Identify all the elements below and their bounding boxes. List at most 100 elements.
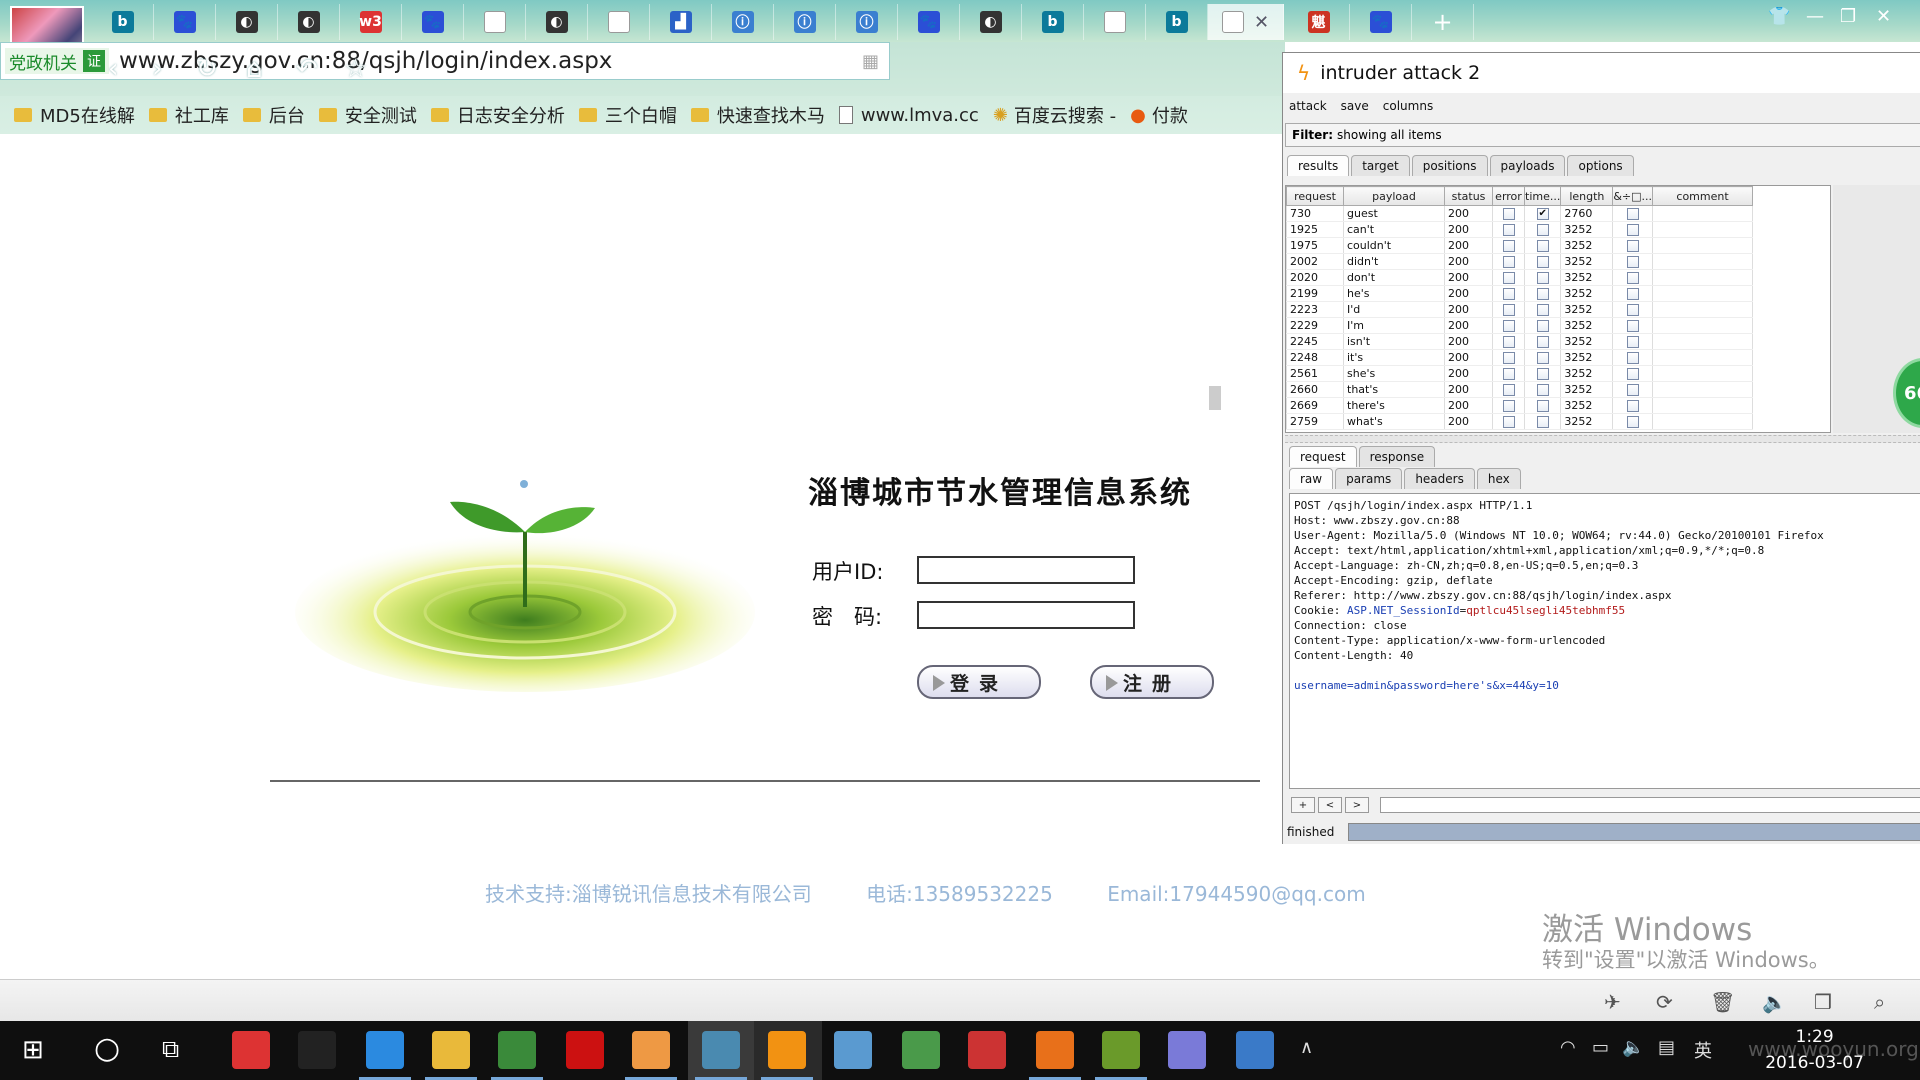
view-tab-params[interactable]: params xyxy=(1335,468,1403,489)
error-checkbox[interactable] xyxy=(1502,368,1515,380)
timeout-checkbox[interactable] xyxy=(1536,272,1549,284)
tab-response[interactable]: response xyxy=(1358,446,1436,467)
column-header[interactable]: error xyxy=(1492,186,1525,206)
browser-tab[interactable] xyxy=(1084,4,1146,40)
bookmark-item[interactable]: MD5在线解 xyxy=(14,102,135,128)
new-tab-button[interactable]: + xyxy=(1412,4,1474,40)
browser-tab[interactable] xyxy=(588,4,650,40)
table-row[interactable]: 1975 couldn't 200 3252 xyxy=(1286,237,1754,254)
browser-tab[interactable]: ◐ xyxy=(960,4,1022,40)
bookmark-item[interactable]: ● 付款 xyxy=(1130,102,1188,128)
table-row[interactable]: 2669 there's 200 3252 xyxy=(1286,397,1754,414)
burp-icon[interactable] xyxy=(768,1031,806,1069)
extra-checkbox[interactable] xyxy=(1626,224,1639,236)
timeout-checkbox[interactable] xyxy=(1536,368,1549,380)
table-row[interactable]: 2245 isn't 200 3252 xyxy=(1286,333,1754,350)
user-id-input[interactable] xyxy=(917,556,1135,584)
error-checkbox[interactable] xyxy=(1502,400,1515,412)
bookmark-item[interactable]: 后台 xyxy=(242,102,305,128)
browser-tab[interactable]: ◐ xyxy=(216,4,278,40)
browser-tab[interactable]: ▟ xyxy=(650,4,712,40)
error-checkbox[interactable] xyxy=(1502,272,1515,284)
table-row[interactable]: 1925 can't 200 3252 xyxy=(1286,221,1754,238)
timeout-checkbox[interactable] xyxy=(1536,240,1549,252)
browser-tab[interactable]: 魌 xyxy=(1288,4,1350,40)
error-checkbox[interactable] xyxy=(1502,304,1515,316)
timeout-checkbox[interactable] xyxy=(1536,400,1549,412)
error-checkbox[interactable] xyxy=(1502,352,1515,364)
error-checkbox[interactable] xyxy=(1502,224,1515,236)
request-editor[interactable]: POST /qsjh/login/index.aspx HTTP/1.1 Hos… xyxy=(1289,493,1920,789)
column-header[interactable]: length xyxy=(1560,186,1614,206)
password-input[interactable] xyxy=(917,601,1135,629)
tab-results[interactable]: results xyxy=(1287,155,1350,176)
home-icon[interactable]: ⌂ xyxy=(246,54,263,84)
extra-checkbox[interactable] xyxy=(1626,368,1639,380)
browser-tab[interactable]: ⓘ xyxy=(774,4,836,40)
back-icon[interactable]: ‹ xyxy=(108,54,118,84)
browser-tab[interactable]: b xyxy=(1146,4,1208,40)
extra-checkbox[interactable] xyxy=(1626,240,1639,252)
browser-tab[interactable]: b xyxy=(1022,4,1084,40)
browser-tab[interactable]: 🐾 xyxy=(898,4,960,40)
minimize-icon[interactable]: — xyxy=(1806,6,1824,27)
timeout-checkbox[interactable] xyxy=(1536,384,1549,396)
view-tab-headers[interactable]: headers xyxy=(1404,468,1475,489)
column-header[interactable]: status xyxy=(1444,186,1493,206)
column-header[interactable]: request xyxy=(1286,186,1344,206)
file-explorer-icon[interactable] xyxy=(432,1031,470,1069)
timeout-checkbox[interactable] xyxy=(1536,320,1549,332)
wifi-icon[interactable]: ◠ xyxy=(1560,1037,1576,1058)
table-row[interactable]: 2199 he's 200 3252 xyxy=(1286,285,1754,302)
extra-checkbox[interactable] xyxy=(1626,320,1639,332)
view-tab-raw[interactable]: raw xyxy=(1289,468,1334,489)
extra-checkbox[interactable] xyxy=(1626,336,1639,348)
table-row[interactable]: 2229 I'm 200 3252 xyxy=(1286,317,1754,334)
tab-payloads[interactable]: payloads xyxy=(1489,155,1566,176)
editor-search-input[interactable] xyxy=(1380,797,1920,813)
timeout-checkbox[interactable] xyxy=(1536,416,1549,428)
forward-icon[interactable]: › xyxy=(152,54,162,84)
burp-menu-columns[interactable]: columns xyxy=(1383,99,1433,113)
column-header[interactable]: comment xyxy=(1652,186,1754,206)
active-browser-tab[interactable]: ✕ xyxy=(1208,4,1284,40)
qq-browser-icon[interactable] xyxy=(366,1031,404,1069)
ime-indicator[interactable]: 英 xyxy=(1694,1037,1712,1063)
table-row[interactable]: 2020 don't 200 3252 xyxy=(1286,269,1754,286)
windows-start-icon[interactable]: ⊞ xyxy=(22,1035,44,1065)
timeout-checkbox[interactable] xyxy=(1536,304,1549,316)
search-icon[interactable]: ⌕ xyxy=(1874,990,1885,1014)
browser-ball-icon[interactable] xyxy=(232,1031,270,1069)
speed-icon[interactable]: ⟳ xyxy=(1656,990,1673,1014)
security-badge[interactable]: 党政机关 证 xyxy=(5,48,109,74)
eye-app-icon[interactable] xyxy=(834,1031,872,1069)
editor-tool-button[interactable]: > xyxy=(1345,797,1369,813)
volume-icon[interactable]: 🔈 xyxy=(1762,990,1787,1014)
hammer-tool-icon[interactable] xyxy=(902,1031,940,1069)
pane-splitter[interactable] xyxy=(1285,435,1920,443)
error-checkbox[interactable] xyxy=(1502,256,1515,268)
browser-tab[interactable]: ⓘ xyxy=(836,4,898,40)
error-checkbox[interactable] xyxy=(1502,240,1515,252)
window-icon[interactable]: ❒ xyxy=(1814,990,1832,1014)
extra-checkbox[interactable] xyxy=(1626,416,1639,428)
notepad-icon[interactable] xyxy=(1102,1031,1140,1069)
speaker-icon[interactable]: 🔈 xyxy=(1622,1037,1644,1058)
bookmark-item[interactable]: 三个白帽 xyxy=(578,102,677,128)
extra-checkbox[interactable] xyxy=(1626,304,1639,316)
editor-tool-button[interactable]: + xyxy=(1291,797,1315,813)
media-player-icon[interactable] xyxy=(498,1031,536,1069)
photo-app-icon[interactable] xyxy=(702,1031,740,1069)
cortana-icon[interactable]: ○ xyxy=(94,1031,120,1066)
remote-desktop-icon[interactable] xyxy=(1236,1031,1274,1069)
gamepad-icon[interactable] xyxy=(1168,1031,1206,1069)
tab-target[interactable]: target xyxy=(1351,155,1410,176)
error-checkbox[interactable] xyxy=(1502,288,1515,300)
table-row[interactable]: 2759 what's 200 3252 xyxy=(1286,413,1754,430)
editor-tool-button[interactable]: < xyxy=(1318,797,1342,813)
extra-checkbox[interactable] xyxy=(1626,384,1639,396)
extra-checkbox[interactable] xyxy=(1626,352,1639,364)
tab-request[interactable]: request xyxy=(1289,446,1357,467)
undo-close-icon[interactable]: ↶ xyxy=(296,54,318,84)
error-checkbox[interactable] xyxy=(1502,320,1515,332)
